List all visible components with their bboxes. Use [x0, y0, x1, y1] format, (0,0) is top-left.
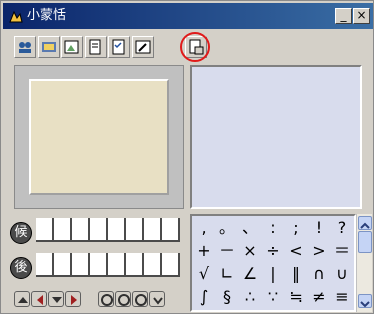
- symbol-key[interactable]: ∟: [219, 264, 235, 284]
- candidate-cell[interactable]: [108, 253, 126, 275]
- symbol-key[interactable]: |: [265, 264, 281, 284]
- settings-icon: [42, 42, 56, 52]
- app-logo-icon: [9, 10, 23, 23]
- symbol-key[interactable]: §: [219, 287, 235, 307]
- candidate-cell[interactable]: [54, 218, 72, 240]
- app-window: 小蒙恬 _ × 候 後 , 。 、: ; ! ? + － × ÷ < > ＝ …: [0, 0, 374, 314]
- candidate-row-before[interactable]: [36, 218, 180, 242]
- arrow-left-outline-icon: [118, 294, 130, 306]
- highlight-ring: [180, 32, 210, 62]
- candidate-after-label: 後: [10, 257, 32, 279]
- arrow-right-outline-icon: [135, 294, 147, 306]
- navigation-group-right: [98, 291, 165, 307]
- candidate-cell[interactable]: [90, 253, 108, 275]
- candidate-cell[interactable]: [162, 253, 180, 275]
- close-button[interactable]: ×: [353, 8, 370, 24]
- symbol-key[interactable]: >: [311, 241, 327, 261]
- candidate-cell[interactable]: [36, 253, 54, 275]
- window-title: 小蒙恬: [27, 8, 67, 23]
- handwriting-pad: [14, 65, 184, 209]
- nav-first-button[interactable]: [98, 291, 114, 307]
- symbol-key[interactable]: +: [196, 241, 212, 261]
- candidate-cell[interactable]: [72, 253, 90, 275]
- tool-button[interactable]: [132, 36, 154, 58]
- symbol-key[interactable]: ;: [288, 218, 304, 238]
- candidate-cell[interactable]: [162, 218, 180, 240]
- arrow-up-icon: [18, 297, 28, 303]
- symbol-key[interactable]: 。: [219, 218, 235, 238]
- symbol-key[interactable]: ∪: [334, 264, 350, 284]
- document-button[interactable]: [85, 36, 107, 58]
- symbol-key[interactable]: ‖: [288, 264, 304, 284]
- symbol-key[interactable]: ≡: [334, 287, 350, 307]
- scroll-up-button[interactable]: [358, 216, 372, 230]
- symbol-key[interactable]: －: [219, 241, 235, 261]
- arrow-left-icon: [37, 295, 43, 305]
- symbol-key[interactable]: !: [311, 218, 327, 238]
- checklist-button[interactable]: [108, 36, 130, 58]
- candidate-row-after[interactable]: [36, 253, 180, 277]
- nav-prev-button[interactable]: [115, 291, 131, 307]
- nav-last-button[interactable]: [149, 291, 165, 307]
- scroll-thumb[interactable]: [358, 231, 372, 253]
- users-button[interactable]: [14, 36, 36, 58]
- candidate-cell[interactable]: [144, 218, 162, 240]
- candidate-cell[interactable]: [126, 253, 144, 275]
- nav-next-button[interactable]: [132, 291, 148, 307]
- symbol-key[interactable]: <: [288, 241, 304, 261]
- symbol-key[interactable]: :: [265, 218, 281, 238]
- minimize-button[interactable]: _: [335, 8, 352, 24]
- symbol-key[interactable]: ∵: [265, 287, 281, 307]
- candidate-cell[interactable]: [72, 218, 90, 240]
- nav-up-button[interactable]: [14, 291, 30, 307]
- handwriting-canvas[interactable]: [29, 79, 169, 195]
- candidate-cell[interactable]: [90, 218, 108, 240]
- users-icon: [19, 42, 31, 53]
- arrow-down-outline-icon: [153, 297, 163, 305]
- settings-button[interactable]: [38, 36, 60, 58]
- checklist-icon: [112, 39, 125, 55]
- tool-icon: [135, 40, 151, 54]
- arrow-right-icon: [71, 295, 77, 305]
- symbol-scrollbar[interactable]: [356, 214, 372, 312]
- symbol-key[interactable]: ?: [334, 218, 350, 238]
- navigation-group-left: [14, 291, 81, 307]
- symbol-key[interactable]: ≠: [311, 287, 327, 307]
- symbol-key[interactable]: √: [196, 264, 212, 284]
- arrow-up-outline-icon: [101, 294, 113, 306]
- nav-right-button[interactable]: [65, 291, 81, 307]
- candidate-cell[interactable]: [36, 218, 54, 240]
- image-button[interactable]: [61, 36, 83, 58]
- symbol-key[interactable]: ∫: [196, 287, 212, 307]
- image-icon: [64, 40, 79, 54]
- chevron-down-icon: [360, 301, 370, 308]
- candidate-cell[interactable]: [108, 218, 126, 240]
- arrow-down-icon: [52, 297, 62, 303]
- symbol-key[interactable]: ∠: [242, 264, 258, 284]
- nav-down-button[interactable]: [48, 291, 64, 307]
- symbol-key[interactable]: ∩: [311, 264, 327, 284]
- title-bar[interactable]: 小蒙恬 _ ×: [3, 3, 373, 29]
- candidate-cell[interactable]: [54, 253, 72, 275]
- symbol-key[interactable]: ＝: [334, 241, 350, 261]
- nav-left-button[interactable]: [31, 291, 47, 307]
- preview-panel[interactable]: [190, 65, 362, 209]
- candidate-cell[interactable]: [144, 253, 162, 275]
- symbol-palette: , 。 、 : ; ! ? + － × ÷ < > ＝ √ ∟ ∠ | ‖ ∩ …: [190, 214, 356, 312]
- candidate-before-label: 候: [10, 222, 32, 244]
- symbol-key[interactable]: 、: [242, 218, 258, 238]
- symbol-key[interactable]: ÷: [265, 241, 281, 261]
- candidate-cell[interactable]: [126, 218, 144, 240]
- scroll-down-button[interactable]: [358, 294, 372, 308]
- symbol-key[interactable]: ≒: [288, 287, 304, 307]
- document-icon: [89, 39, 101, 55]
- symbol-key[interactable]: ×: [242, 241, 258, 261]
- symbol-key[interactable]: ∴: [242, 287, 258, 307]
- symbol-key[interactable]: ,: [196, 218, 212, 238]
